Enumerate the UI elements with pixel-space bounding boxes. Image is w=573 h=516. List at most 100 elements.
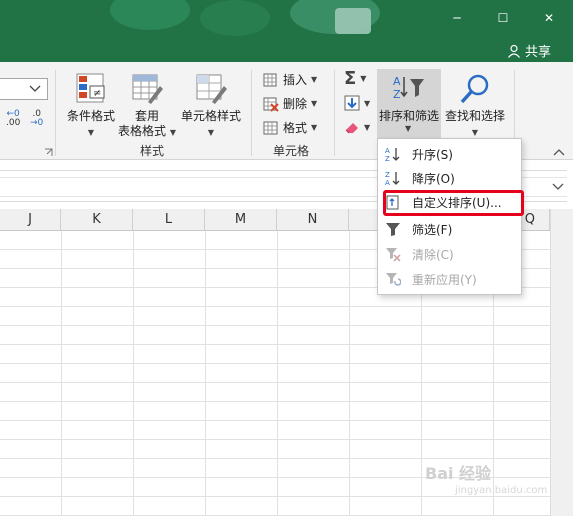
svg-text:Z: Z [385, 155, 390, 162]
vertical-scrollbar[interactable] [550, 209, 573, 516]
format-as-table-label-1: 套用 [134, 109, 159, 123]
gridline [0, 382, 550, 383]
column-header[interactable]: L [133, 209, 205, 231]
collapse-ribbon-icon[interactable] [553, 148, 565, 156]
number-format-dropdown[interactable] [0, 78, 48, 100]
cell-styles-icon [194, 72, 228, 106]
svg-text:A: A [385, 179, 390, 186]
minimize-button[interactable]: ─ [442, 6, 472, 30]
menu-item-label: 筛选(F) [412, 223, 453, 237]
chevron-down-icon: ▼ [207, 128, 215, 137]
delete-cells-icon [263, 96, 279, 112]
sort-filter-icon: A Z [393, 75, 424, 101]
close-button[interactable]: ✕ [534, 6, 564, 30]
column-header-label: N [307, 212, 318, 227]
dialog-launcher-icon[interactable] [44, 148, 53, 157]
column-header-label: M [234, 212, 247, 227]
insert-cells-icon [263, 72, 279, 88]
gridline [349, 231, 350, 516]
autosum-button[interactable]: Σ ▼ [344, 68, 366, 89]
sigma-icon: Σ [344, 68, 357, 89]
menu-item-label: 清除(C) [412, 248, 454, 262]
maximize-button[interactable]: ☐ [488, 6, 518, 30]
increase-decimal-button[interactable]: ←0 .00 [6, 110, 20, 128]
delete-button[interactable]: 删除 ▼ [263, 95, 317, 112]
chevron-down-icon: ▼ [87, 128, 95, 137]
gridline [0, 363, 550, 364]
magnifier-icon [458, 72, 492, 106]
menu-item-sort-descending[interactable]: ZA 降序(O) [378, 166, 521, 190]
conditional-format-button[interactable]: ≠ 条件格式 ▼ [60, 72, 122, 140]
gridline [205, 231, 206, 516]
menu-item-reapply[interactable]: 重新应用(Y) [378, 267, 521, 291]
eraser-icon [344, 119, 360, 135]
column-header-label: L [164, 212, 173, 227]
gridline [0, 420, 550, 421]
gridline [0, 458, 550, 459]
sort-filter-button[interactable]: A Z 排序和筛选 ▼ [377, 69, 441, 139]
sort-filter-label: 排序和筛选 [379, 109, 440, 123]
gridline [0, 325, 550, 326]
svg-text:A: A [385, 147, 390, 155]
share-bar [0, 38, 573, 62]
clear-button[interactable]: ▼ [344, 119, 370, 135]
insert-label: 插入 [283, 73, 308, 87]
cells-group-label: 单元格 [273, 144, 310, 158]
menu-item-clear[interactable]: 清除(C) [378, 242, 521, 266]
gridline [277, 231, 278, 516]
title-bar-decoration [110, 0, 190, 30]
chevron-down-icon: ▼ [360, 74, 367, 83]
group-separator [55, 70, 56, 156]
title-bar-decoration [200, 0, 270, 36]
chevron-down-icon [29, 85, 41, 92]
find-select-button[interactable]: 查找和选择 ▼ [443, 72, 507, 140]
column-header[interactable]: J [0, 209, 61, 231]
decrease-decimal-button[interactable]: .0 →0 [30, 110, 43, 128]
format-label: 格式 [283, 121, 308, 135]
maximize-icon: ☐ [497, 11, 509, 25]
find-select-label: 查找和选择 [444, 109, 505, 123]
conditional-format-icon: ≠ [74, 72, 108, 106]
chevron-down-icon: ▼ [364, 98, 371, 108]
column-header[interactable]: M [205, 209, 277, 231]
column-header[interactable]: K [61, 209, 133, 231]
menu-item-sort-ascending[interactable]: AZ 升序(S) [378, 142, 521, 166]
title-bar-decoration [335, 8, 371, 34]
chevron-down-icon: ▼ [311, 75, 318, 84]
share-button[interactable]: 共享 [507, 41, 551, 60]
column-header-label: K [92, 212, 101, 227]
format-as-table-label-2: 表格格式 [118, 124, 167, 138]
gridline [0, 344, 550, 345]
styles-group-label: 样式 [140, 144, 165, 158]
cell-styles-button[interactable]: 单元格样式 ▼ [178, 72, 244, 140]
chevron-down-icon: ▼ [364, 122, 371, 132]
delete-label: 删除 [283, 97, 308, 111]
reapply-icon [386, 273, 401, 286]
svg-text:≠: ≠ [93, 88, 101, 99]
format-as-table-icon [130, 72, 164, 106]
chevron-down-icon: ▼ [169, 128, 176, 137]
annotation-highlight-box [383, 190, 524, 216]
clear-filter-icon [386, 248, 401, 262]
increase-decimal-label: .00 [6, 118, 21, 128]
arrow-right-icon: →0 [30, 118, 44, 128]
svg-text:Z: Z [385, 171, 390, 179]
chevron-down-icon: ▼ [405, 124, 412, 133]
menu-item-label: 重新应用(Y) [412, 273, 477, 287]
filter-icon [386, 223, 400, 236]
svg-text:A: A [393, 75, 401, 88]
chevron-down-icon: ▼ [311, 123, 318, 132]
menu-item-label: 升序(S) [412, 148, 453, 162]
person-icon [508, 44, 520, 58]
format-button[interactable]: 格式 ▼ [263, 119, 317, 136]
fill-down-icon [344, 95, 360, 111]
minimize-icon: ─ [453, 11, 461, 25]
expand-formula-icon[interactable] [552, 183, 564, 191]
column-header[interactable]: N [277, 209, 349, 231]
fill-button[interactable]: ▼ [344, 95, 370, 111]
menu-item-filter[interactable]: 筛选(F) [378, 217, 521, 241]
sort-filter-menu: AZ 升序(S) ZA 降序(O) 自定义排序(U)... 筛选(F) 清除(C… [377, 138, 522, 295]
insert-button[interactable]: 插入 ▼ [263, 71, 317, 88]
format-as-table-button[interactable]: 套用 表格格式 ▼ [118, 72, 176, 140]
svg-text:Z: Z [393, 88, 401, 101]
